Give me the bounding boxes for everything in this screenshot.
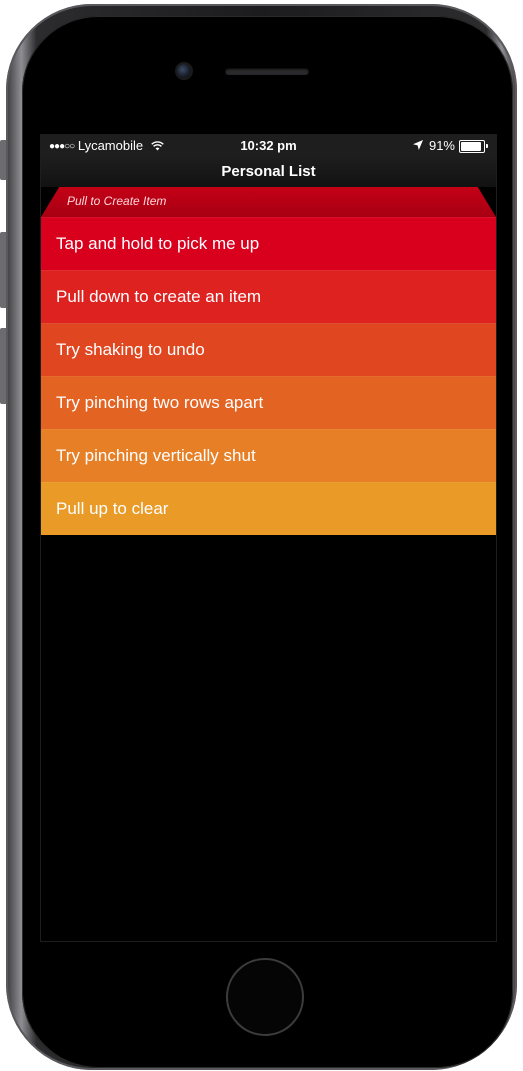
list-item[interactable]: Try pinching two rows apart	[41, 376, 496, 429]
battery-percent: 91%	[428, 138, 455, 153]
list-item[interactable]: Tap and hold to pick me up	[41, 217, 496, 270]
list-item-label: Pull up to clear	[56, 499, 169, 518]
mute-switch	[0, 140, 6, 180]
battery-tip	[486, 144, 488, 148]
list-item[interactable]: Try shaking to undo	[41, 323, 496, 376]
list-item-label: Try shaking to undo	[56, 340, 205, 359]
volume-down-button	[0, 328, 6, 404]
volume-up-button	[0, 232, 6, 308]
right-status-group: 91%	[412, 135, 488, 157]
list-item-label: Pull down to create an item	[56, 287, 262, 306]
pull-to-create-label: Pull to Create Item	[67, 194, 167, 208]
todo-list: Tap and hold to pick me up Pull down to c…	[41, 217, 496, 535]
screen: ●●●○○ Lycamobile 10:32 pm 91% Personal L…	[40, 134, 497, 942]
list-item-label: Tap and hold to pick me up	[56, 234, 260, 253]
list-item[interactable]: Pull down to create an item	[41, 270, 496, 323]
battery-icon	[459, 139, 485, 153]
earpiece-speaker	[225, 68, 309, 75]
page-title: Personal List	[41, 157, 496, 187]
status-bar: ●●●○○ Lycamobile 10:32 pm 91%	[41, 135, 496, 157]
list-item-label: Try pinching two rows apart	[56, 393, 264, 412]
battery-level	[461, 141, 482, 151]
pull-to-create-banner[interactable]: Pull to Create Item	[41, 187, 496, 217]
list-item-label: Try pinching vertically shut	[56, 446, 256, 465]
location-arrow-icon	[412, 135, 423, 157]
home-button[interactable]	[226, 958, 304, 1036]
front-camera	[177, 64, 191, 78]
list-item[interactable]: Pull up to clear	[41, 482, 496, 535]
list-item[interactable]: Try pinching vertically shut	[41, 429, 496, 482]
